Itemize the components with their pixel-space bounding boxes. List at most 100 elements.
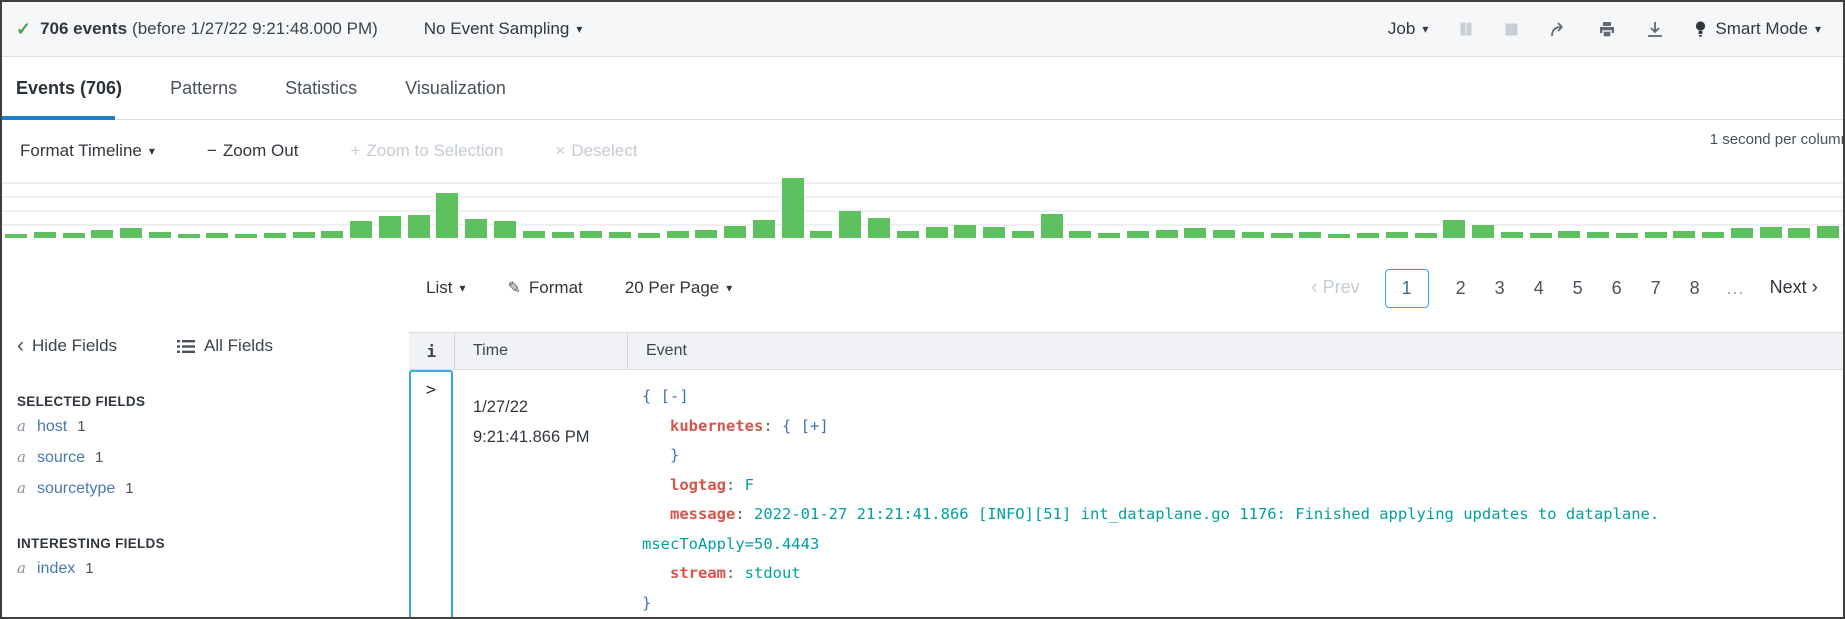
- timeline-bar[interactable]: [494, 221, 517, 238]
- timeline-bar[interactable]: [465, 218, 488, 238]
- timeline-bar[interactable]: [810, 230, 833, 238]
- timeline-bar[interactable]: [1385, 232, 1408, 238]
- timeline-bar[interactable]: [1644, 232, 1667, 238]
- timeline-bar[interactable]: [666, 230, 689, 238]
- event-sampling-dropdown[interactable]: No Event Sampling ▾: [424, 19, 583, 39]
- field-link[interactable]: host: [37, 418, 67, 436]
- hide-fields-button[interactable]: ‹ Hide Fields: [17, 334, 117, 358]
- timeline-bar[interactable]: [1817, 226, 1840, 238]
- timeline-bar[interactable]: [263, 233, 286, 238]
- timeline-bar[interactable]: [1673, 230, 1696, 238]
- prev-page-button[interactable]: ‹ Prev: [1311, 277, 1359, 299]
- timeline-bar[interactable]: [867, 218, 890, 238]
- page-button[interactable]: 4: [1532, 278, 1546, 299]
- timeline-bar[interactable]: [321, 230, 344, 238]
- page-button[interactable]: 2: [1454, 278, 1468, 299]
- timeline-bar[interactable]: [1184, 228, 1207, 238]
- timeline-bar[interactable]: [637, 233, 660, 238]
- timeline-bar[interactable]: [1299, 232, 1322, 238]
- list-view-dropdown[interactable]: List ▾: [426, 278, 466, 298]
- timeline-bar[interactable]: [724, 226, 747, 238]
- timeline-bar[interactable]: [206, 233, 229, 238]
- timeline-bar[interactable]: [1587, 232, 1610, 238]
- timeline-bar[interactable]: [609, 232, 632, 238]
- timeline-bar[interactable]: [350, 221, 373, 238]
- timeline-bar[interactable]: [1270, 233, 1293, 238]
- timeline-bar[interactable]: [33, 232, 56, 238]
- timeline-bar[interactable]: [235, 234, 258, 238]
- timeline-bar[interactable]: [1126, 230, 1149, 238]
- field-link[interactable]: sourcetype: [37, 480, 115, 498]
- timeline-bar[interactable]: [695, 229, 718, 238]
- stop-job-button[interactable]: [1504, 22, 1519, 37]
- timeline-bar[interactable]: [1472, 224, 1495, 238]
- page-button[interactable]: 3: [1493, 278, 1507, 299]
- timeline-bar[interactable]: [1069, 230, 1092, 238]
- tab-patterns[interactable]: Patterns: [170, 78, 237, 99]
- per-page-dropdown[interactable]: 20 Per Page ▾: [625, 278, 733, 298]
- timeline-bar[interactable]: [781, 178, 804, 238]
- share-job-button[interactable]: [1549, 21, 1568, 38]
- timeline-bar[interactable]: [580, 230, 603, 238]
- page-button[interactable]: 1: [1384, 268, 1429, 308]
- timeline-bar[interactable]: [1414, 233, 1437, 238]
- zoom-to-selection-button[interactable]: + Zoom to Selection: [350, 141, 503, 161]
- timeline-bar[interactable]: [91, 229, 114, 238]
- timeline-bar[interactable]: [896, 230, 919, 238]
- field-item-host[interactable]: a host 1: [17, 417, 409, 448]
- next-page-button[interactable]: Next ›: [1770, 277, 1818, 299]
- timeline-bar[interactable]: [983, 227, 1006, 238]
- timeline-bar[interactable]: [1011, 230, 1034, 238]
- timeline-bar[interactable]: [120, 228, 143, 238]
- timeline-bar[interactable]: [1213, 229, 1236, 238]
- timeline-bar[interactable]: [1788, 228, 1811, 238]
- timeline-bar[interactable]: [839, 211, 862, 238]
- format-timeline-dropdown[interactable]: Format Timeline ▾: [20, 141, 155, 161]
- timeline-bar[interactable]: [1500, 232, 1523, 238]
- job-menu-dropdown[interactable]: Job ▾: [1388, 19, 1428, 39]
- timeline-bar[interactable]: [1730, 228, 1753, 238]
- timeline-bar[interactable]: [1241, 232, 1264, 238]
- timeline-bar[interactable]: [177, 234, 200, 238]
- timeline-bar[interactable]: [1529, 233, 1552, 238]
- tab-visualization[interactable]: Visualization: [405, 78, 506, 99]
- timeline-bar[interactable]: [1558, 230, 1581, 238]
- tab-statistics[interactable]: Statistics: [285, 78, 357, 99]
- timeline-bar[interactable]: [1328, 234, 1351, 238]
- field-link[interactable]: source: [37, 449, 85, 467]
- timeline-bar[interactable]: [954, 224, 977, 238]
- timeline-bar[interactable]: [407, 215, 430, 238]
- deselect-button[interactable]: × Deselect: [555, 141, 637, 161]
- timeline-bar[interactable]: [1155, 229, 1178, 238]
- page-button[interactable]: 6: [1610, 278, 1624, 299]
- format-results-button[interactable]: ✎ Format: [508, 278, 583, 298]
- timeline-bar[interactable]: [436, 193, 459, 238]
- timeline-bar[interactable]: [551, 232, 574, 238]
- timeline-bar[interactable]: [1443, 220, 1466, 238]
- print-button[interactable]: [1598, 21, 1616, 38]
- timeline-bar[interactable]: [1098, 233, 1121, 238]
- all-fields-button[interactable]: All Fields: [177, 336, 273, 356]
- timeline-bar[interactable]: [1040, 214, 1063, 238]
- timeline-bar[interactable]: [925, 227, 948, 238]
- field-item-sourcetype[interactable]: a sourcetype 1: [17, 479, 409, 510]
- page-button[interactable]: 8: [1688, 278, 1702, 299]
- page-button[interactable]: 7: [1649, 278, 1663, 299]
- timeline-bar[interactable]: [378, 216, 401, 238]
- tab-events[interactable]: Events (706): [16, 78, 122, 99]
- timeline-bar[interactable]: [1702, 232, 1725, 238]
- search-mode-dropdown[interactable]: Smart Mode ▾: [1694, 19, 1821, 39]
- page-button[interactable]: 5: [1571, 278, 1585, 299]
- timeline-bar[interactable]: [62, 233, 85, 238]
- zoom-out-button[interactable]: − Zoom Out: [207, 141, 299, 161]
- timeline-bar[interactable]: [1759, 227, 1782, 238]
- export-button[interactable]: [1646, 21, 1664, 38]
- timeline-bar[interactable]: [1615, 233, 1638, 238]
- timeline-bar[interactable]: [1356, 233, 1379, 238]
- timeline-bar[interactable]: [522, 230, 545, 238]
- timeline-bar[interactable]: [5, 234, 27, 238]
- json-expand-toggle[interactable]: [+]: [801, 417, 829, 435]
- field-link[interactable]: index: [37, 560, 75, 578]
- field-item-source[interactable]: a source 1: [17, 448, 409, 479]
- timeline-bar[interactable]: [292, 232, 315, 238]
